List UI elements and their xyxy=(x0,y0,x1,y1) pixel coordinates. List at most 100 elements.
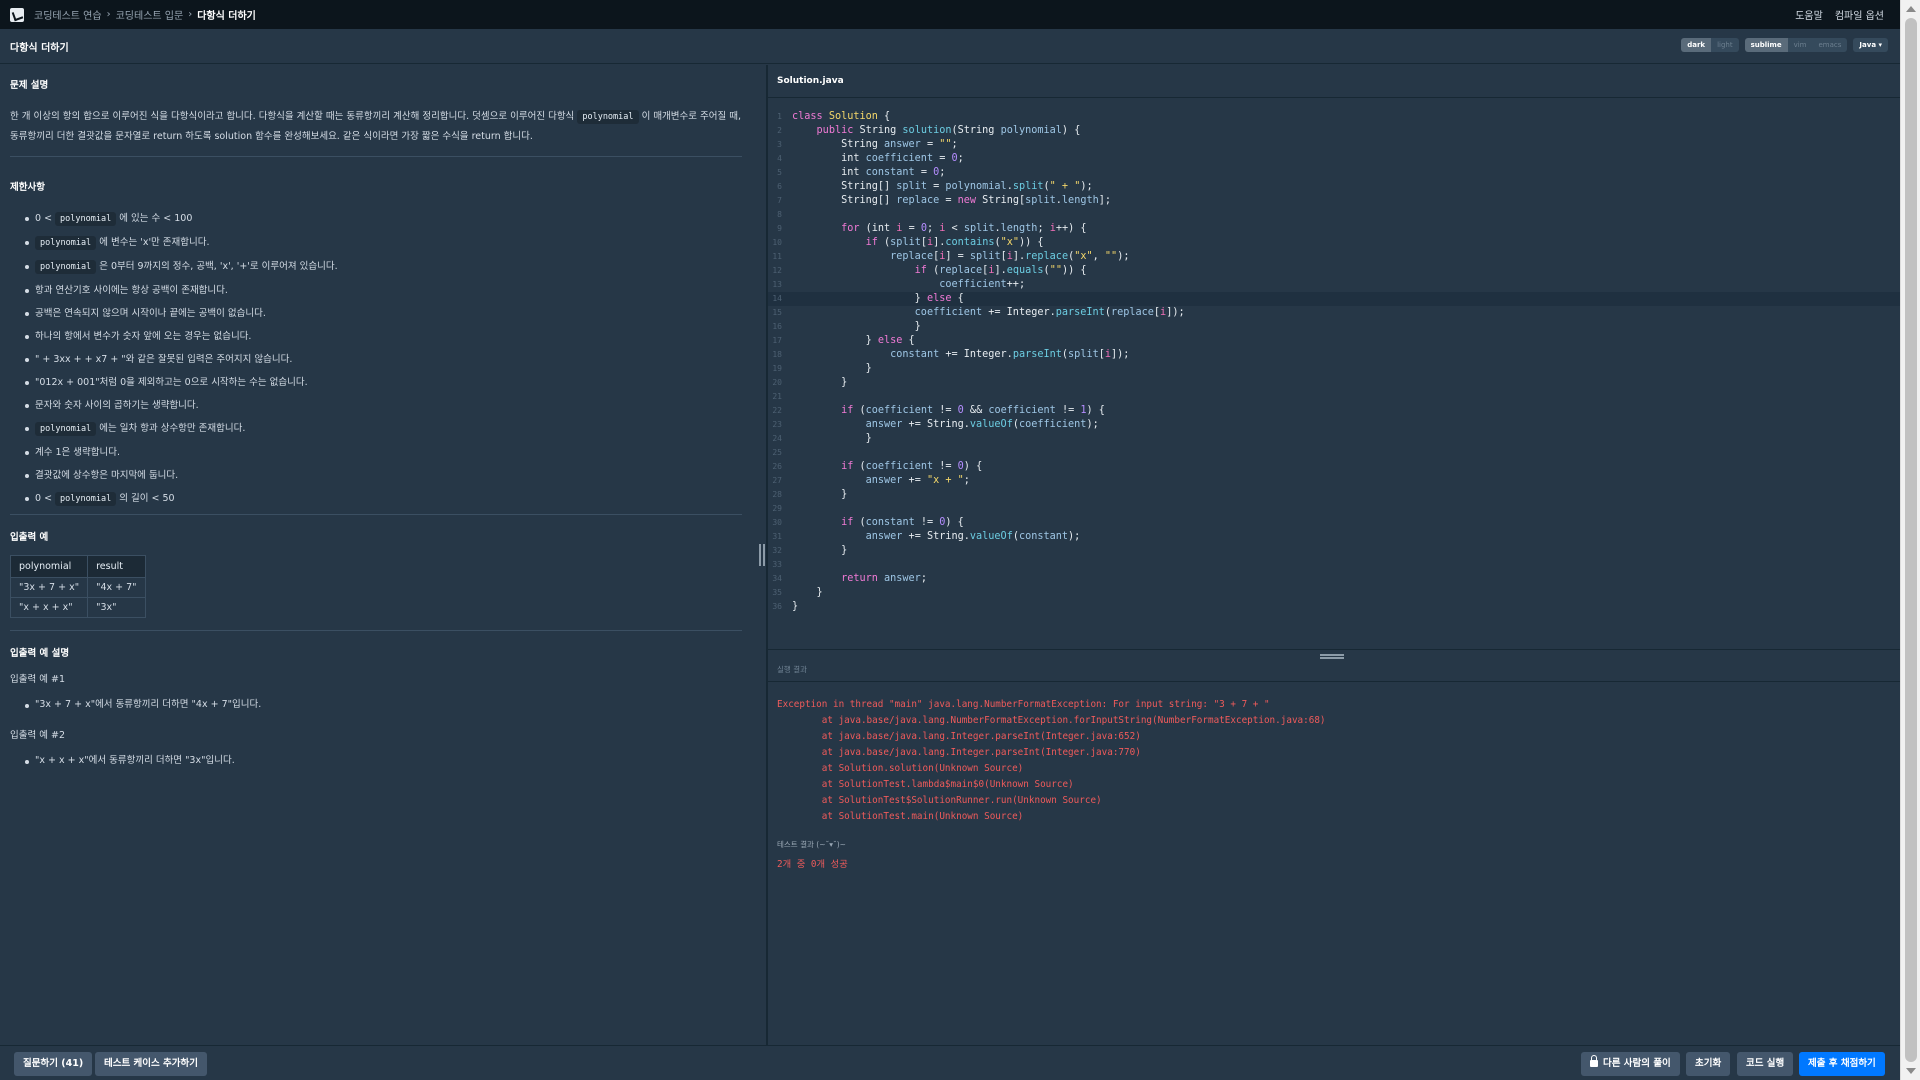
code-line[interactable]: 3 String answer = ""; xyxy=(768,138,1900,152)
compile-options-link[interactable]: 컴파일 옵션 xyxy=(1835,7,1884,22)
line-number: 9 xyxy=(777,224,782,233)
code-line[interactable]: 8 xyxy=(768,208,1900,222)
limit-text: 결괏값에 상수항은 마지막에 둡니다. xyxy=(35,470,179,481)
splitter-handle-icon[interactable] xyxy=(759,544,765,566)
code-line[interactable]: 30 if (constant != 0) { xyxy=(768,516,1900,530)
code-line[interactable]: 5 int constant = 0; xyxy=(768,166,1900,180)
code-line[interactable]: 15 coefficient += Integer.parseInt(repla… xyxy=(768,306,1900,320)
keymap-vim-toggle[interactable]: vim xyxy=(1787,38,1813,52)
code-line[interactable]: 35 } xyxy=(768,586,1900,600)
scrollbar-thumb[interactable] xyxy=(1905,18,1917,1062)
code-line[interactable]: 20 } xyxy=(768,376,1900,390)
code-token: += xyxy=(902,475,927,486)
code-token: ( xyxy=(853,517,866,528)
code-polynomial: polynomial xyxy=(55,492,117,506)
output-splitter[interactable]: 실행 결과 xyxy=(768,649,1900,682)
code-line[interactable]: 33 xyxy=(768,558,1900,572)
code-line[interactable]: 9 for (int i = 0; i < split.length; i++)… xyxy=(768,222,1900,236)
code-line[interactable]: 11 replace[i] = split[i].replace("x", ""… xyxy=(768,250,1900,264)
code-line[interactable]: 4 int coefficient = 0; xyxy=(768,152,1900,166)
code-token: else xyxy=(877,335,903,346)
code-token: if xyxy=(841,461,854,472)
splitter-handle-icon[interactable] xyxy=(1320,654,1344,659)
help-link[interactable]: 도움말 xyxy=(1795,7,1823,22)
code-line[interactable]: 14 } else { xyxy=(768,292,1900,306)
breadcrumb-practice[interactable]: 코딩테스트 연습 xyxy=(34,7,102,22)
add-testcase-button[interactable]: 테스트 케이스 추가하기 xyxy=(95,1052,208,1076)
code-line[interactable]: 21 xyxy=(768,390,1900,404)
code-token: } xyxy=(792,587,823,598)
table-header-row: polynomial result xyxy=(9,555,146,578)
code-token: class xyxy=(792,111,829,122)
code-token: ]); xyxy=(1111,349,1130,360)
code-line[interactable]: 6 String[] split = polynomial.split(" + … xyxy=(768,180,1900,194)
code-line[interactable]: 17 } else { xyxy=(768,334,1900,348)
scroll-down-arrow-icon[interactable] xyxy=(1906,1068,1916,1074)
programmers-logo-icon[interactable] xyxy=(10,7,24,22)
code-line[interactable]: 32 } xyxy=(768,544,1900,558)
code-line[interactable]: 34 return answer; xyxy=(768,572,1900,586)
code-line[interactable]: 19 } xyxy=(768,362,1900,376)
scroll-up-arrow-icon[interactable] xyxy=(1906,6,1916,12)
keymap-sublime-toggle[interactable]: sublime xyxy=(1744,38,1788,52)
code-text: return answer; xyxy=(792,572,927,586)
code-token: += Integer. xyxy=(939,349,1013,360)
code-line[interactable]: 12 if (replace[i].equals("")) { xyxy=(768,264,1900,278)
language-select[interactable]: Java ▾ xyxy=(1853,38,1888,52)
code-line[interactable]: 1 class Solution { xyxy=(768,110,1900,124)
code-line[interactable]: 10 if (split[i].contains("x")) { xyxy=(768,236,1900,250)
line-number: 4 xyxy=(777,154,782,163)
theme-dark-toggle[interactable]: dark xyxy=(1681,38,1712,52)
run-code-button[interactable]: 코드 실행 xyxy=(1737,1052,1794,1076)
code-line[interactable]: 26 if (coefficient != 0) { xyxy=(768,460,1900,474)
breadcrumb-intro[interactable]: 코딩테스트 입문 xyxy=(116,7,184,22)
code-line[interactable]: 25 xyxy=(768,446,1900,460)
reset-button[interactable]: 초기화 xyxy=(1686,1052,1731,1076)
code-line[interactable]: 24 } xyxy=(768,432,1900,446)
code-token: replace xyxy=(939,265,983,276)
line-number: 28 xyxy=(772,490,782,499)
theme-light-toggle[interactable]: light xyxy=(1711,38,1739,52)
code-token: polynomial xyxy=(1000,125,1062,136)
code-line[interactable]: 27 answer += "x + "; xyxy=(768,474,1900,488)
code-token: ; xyxy=(920,573,927,584)
ask-question-button[interactable]: 질문하기 (41) xyxy=(14,1052,93,1076)
code-line[interactable]: 7 String[] replace = new String[split.le… xyxy=(768,194,1900,208)
code-line[interactable]: 18 constant += Integer.parseInt(split[i]… xyxy=(768,348,1900,362)
limit-item: 공백은 연속되지 않으며 시작이나 끝에는 공백이 없습니다. xyxy=(10,302,742,325)
code-line[interactable]: 28 } xyxy=(768,488,1900,502)
limit-text: 에 변수는 'x'만 존재합니다. xyxy=(96,237,210,248)
others-solution-label: 다른 사람의 풀이 xyxy=(1603,1058,1671,1069)
code-line[interactable]: 13 coefficient++; xyxy=(768,278,1900,292)
submit-button[interactable]: 제출 후 채점하기 xyxy=(1799,1052,1885,1076)
code-text: } xyxy=(792,488,847,502)
code-text: } xyxy=(792,432,872,446)
code-token: constant xyxy=(1018,531,1069,542)
keymap-emacs-toggle[interactable]: emacs xyxy=(1812,38,1848,52)
code-line[interactable]: 36} xyxy=(768,600,1900,614)
code-token: equals xyxy=(1006,265,1044,276)
code-text: } xyxy=(792,586,823,600)
file-name-tab[interactable]: Solution.java xyxy=(777,76,844,86)
code-token: " + " xyxy=(1049,181,1081,192)
code-line[interactable]: 31 answer += String.valueOf(constant); xyxy=(768,530,1900,544)
code-editor[interactable]: 1 class Solution {2 public String solutio… xyxy=(768,99,1900,649)
limit-text: "012x + 001"처럼 0을 제외하고는 0으로 시작하는 수는 없습니다… xyxy=(35,377,308,388)
code-text: answer += "x + "; xyxy=(792,474,970,488)
code-line[interactable]: 23 answer += String.valueOf(coefficient)… xyxy=(768,418,1900,432)
code-text: if (coefficient != 0 && coefficient != 1… xyxy=(792,404,1105,418)
code-line[interactable]: 22 if (coefficient != 0 && coefficient !… xyxy=(768,404,1900,418)
code-token: ++; xyxy=(1006,279,1026,290)
code-line[interactable]: 2 public String solution(String polynomi… xyxy=(768,124,1900,138)
code-text: String answer = ""; xyxy=(792,138,958,152)
line-number: 7 xyxy=(777,196,782,205)
page-scrollbar[interactable] xyxy=(1900,0,1920,1080)
others-solution-button[interactable]: 다른 사람의 풀이 xyxy=(1581,1052,1680,1076)
code-line[interactable]: 16 } xyxy=(768,320,1900,334)
code-token: != xyxy=(933,405,958,416)
code-line[interactable]: 29 xyxy=(768,502,1900,516)
